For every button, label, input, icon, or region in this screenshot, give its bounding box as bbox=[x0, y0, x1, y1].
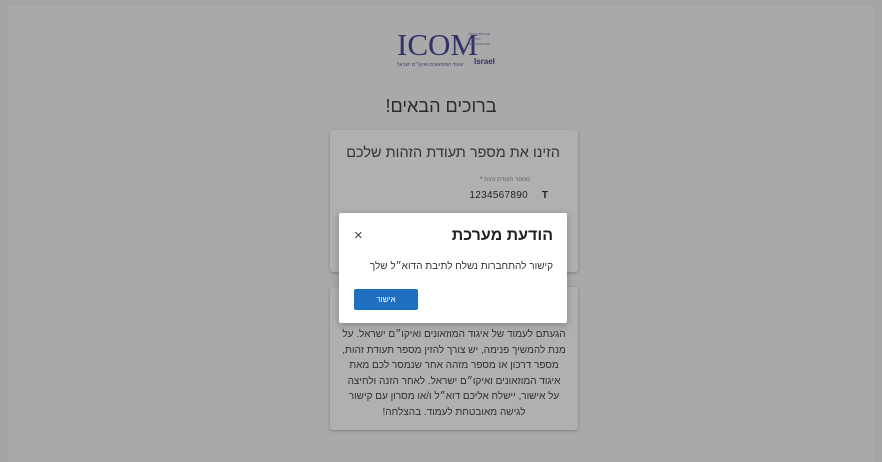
close-icon[interactable]: × bbox=[354, 227, 363, 245]
dialog-message: קישור להתחברות נשלח לתיבת הדוא״ל שלך bbox=[369, 261, 553, 272]
confirm-button[interactable]: אישור bbox=[354, 289, 418, 310]
icom-logo: ICOM International council of museums Is… bbox=[397, 27, 512, 69]
logo-side-line-3: of museums bbox=[468, 41, 490, 46]
required-mark: * bbox=[480, 177, 483, 183]
info-text: הגעתם לעמוד של איגוד המוזאונים ואיקו״ם י… bbox=[342, 329, 566, 418]
system-message-dialog: הודעת מערכת × קישור להתחברות נשלח לתיבת … bbox=[339, 213, 567, 323]
logo-side-text: International council of museums bbox=[468, 31, 512, 46]
text-field-icon: T bbox=[541, 190, 548, 201]
dialog-title: הודעת מערכת bbox=[451, 227, 553, 244]
id-number-input[interactable]: 1234567890 bbox=[469, 190, 528, 201]
welcome-heading: ברוכים הבאים! bbox=[385, 96, 497, 116]
id-field-label-text: מספר תעודת זהות bbox=[484, 177, 530, 183]
id-field-label: מספר תעודת זהות * bbox=[480, 177, 530, 183]
logo-israel: Israel bbox=[474, 57, 495, 66]
id-card-title: הזינו את מספר תעודת הזהות שלכם bbox=[346, 145, 560, 161]
logo-wordmark: ICOM bbox=[397, 27, 478, 62]
logo-subtitle: איגוד המוזיאונים ואיקו״ם ישראל bbox=[397, 62, 464, 68]
